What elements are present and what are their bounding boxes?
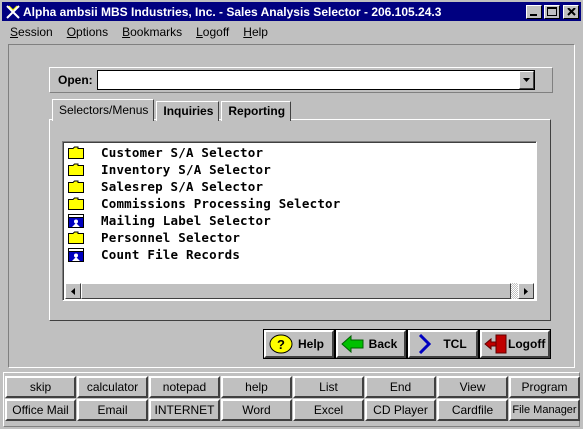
- title-bar: Alpha ambsii MBS Industries, Inc. - Sale…: [2, 2, 581, 21]
- open-combobox[interactable]: [96, 70, 535, 90]
- nav-buttons: ? Help Back TCL Logoff: [263, 329, 552, 359]
- tcl-button-label: TCL: [443, 337, 467, 351]
- tcl-chevron-icon: [412, 333, 438, 355]
- menu-options-label: ptions: [76, 24, 109, 39]
- menu-session[interactable]: Session: [2, 25, 59, 39]
- list-button[interactable]: List: [293, 376, 364, 398]
- help-button[interactable]: ? Help: [263, 329, 335, 359]
- scroll-right-button[interactable]: [518, 283, 534, 299]
- horizontal-scrollbar[interactable]: [65, 283, 534, 299]
- close-icon: [566, 7, 576, 16]
- folder-icon: [68, 163, 84, 177]
- folder-icon: [68, 146, 84, 160]
- launcher-grid: skip calculator notepad help List End Vi…: [5, 376, 580, 421]
- cardfile-button[interactable]: Cardfile: [437, 399, 508, 421]
- tcl-button[interactable]: TCL: [407, 329, 479, 359]
- logoff-door-icon: [484, 333, 508, 355]
- list-item[interactable]: Salesrep S/A Selector: [65, 178, 534, 195]
- scroll-left-button[interactable]: [65, 283, 81, 299]
- menu-bookmarks[interactable]: Bookmarks: [114, 25, 188, 39]
- svg-text:?: ?: [277, 337, 285, 352]
- selector-listbox[interactable]: Customer S/A Selector Inventory S/A Sele…: [62, 141, 537, 301]
- tab-inquiries[interactable]: Inquiries: [156, 101, 220, 121]
- logoff-button-label: Logoff: [508, 337, 546, 351]
- folder-icon: [68, 180, 84, 194]
- menu-session-accel: S: [10, 24, 19, 39]
- list-item-label: Salesrep S/A Selector: [101, 179, 264, 194]
- menu-options-accel: O: [66, 24, 77, 39]
- help-launcher-button[interactable]: help: [221, 376, 292, 398]
- end-button[interactable]: End: [365, 376, 436, 398]
- open-dropdown-button[interactable]: [518, 71, 534, 89]
- list-item-label: Customer S/A Selector: [101, 145, 264, 160]
- list-item-label: Mailing Label Selector: [101, 213, 271, 228]
- tab-selectors-menus[interactable]: Selectors/Menus: [52, 99, 155, 121]
- logoff-button[interactable]: Logoff: [479, 329, 551, 359]
- minimize-icon: [530, 13, 537, 16]
- menu-logoff-label: ogoff: [202, 24, 230, 39]
- folder-icon: [68, 231, 84, 245]
- back-button[interactable]: Back: [335, 329, 407, 359]
- list-item-label: Inventory S/A Selector: [101, 162, 271, 177]
- view-button[interactable]: View: [437, 376, 508, 398]
- excel-button[interactable]: Excel: [293, 399, 364, 421]
- open-label: Open:: [58, 73, 93, 87]
- program-icon: [68, 213, 84, 228]
- menu-bookmarks-accel: B: [122, 24, 131, 39]
- menu-options[interactable]: Options: [59, 25, 114, 39]
- minimize-button[interactable]: [526, 4, 542, 19]
- scroll-thumb[interactable]: [81, 283, 511, 299]
- menu-help[interactable]: Help: [235, 25, 274, 39]
- app-icon[interactable]: [5, 4, 21, 20]
- menu-bookmarks-label: ookmarks: [130, 24, 183, 39]
- program-button[interactable]: Program: [509, 376, 580, 398]
- list-item[interactable]: Inventory S/A Selector: [65, 161, 534, 178]
- window-title: Alpha ambsii MBS Industries, Inc. - Sale…: [23, 4, 442, 19]
- menu-session-label: ession: [18, 24, 53, 39]
- menu-logoff[interactable]: Logoff: [188, 25, 235, 39]
- maximize-icon: [547, 7, 557, 16]
- calculator-button[interactable]: calculator: [77, 376, 148, 398]
- word-button[interactable]: Word: [221, 399, 292, 421]
- notepad-button[interactable]: notepad: [149, 376, 220, 398]
- list-items: Customer S/A Selector Inventory S/A Sele…: [65, 144, 534, 263]
- internet-button[interactable]: INTERNET: [149, 399, 220, 421]
- menu-bar: Session Options Bookmarks Logoff Help: [2, 22, 581, 41]
- email-button[interactable]: Email: [77, 399, 148, 421]
- maximize-button[interactable]: [544, 4, 560, 19]
- list-item-label: Count File Records: [101, 247, 241, 262]
- list-item[interactable]: Commissions Processing Selector: [65, 195, 534, 212]
- close-button[interactable]: [563, 4, 579, 19]
- back-button-label: Back: [368, 337, 398, 351]
- program-icon: [68, 247, 84, 262]
- file-manager-button[interactable]: File Manager: [509, 399, 580, 421]
- list-item[interactable]: Mailing Label Selector: [65, 212, 534, 229]
- tab-strip: Selectors/Menus Inquiries Reporting: [52, 99, 293, 121]
- menu-logoff-accel: L: [196, 24, 203, 39]
- help-button-label: Help: [297, 337, 324, 351]
- chevron-down-icon: [522, 78, 530, 82]
- help-icon: ?: [268, 333, 294, 355]
- office-mail-button[interactable]: Office Mail: [5, 399, 76, 421]
- folder-icon: [68, 197, 84, 211]
- chevron-right-icon: [524, 287, 528, 295]
- tab-reporting[interactable]: Reporting: [221, 101, 292, 121]
- menu-help-accel: H: [243, 24, 252, 39]
- chevron-left-icon: [71, 287, 75, 295]
- cd-player-button[interactable]: CD Player: [365, 399, 436, 421]
- open-row: Open:: [49, 67, 553, 93]
- skip-button[interactable]: skip: [5, 376, 76, 398]
- back-arrow-icon: [340, 333, 366, 355]
- menu-help-label: elp: [251, 24, 268, 39]
- list-item[interactable]: Customer S/A Selector: [65, 144, 534, 161]
- list-item[interactable]: Personnel Selector: [65, 229, 534, 246]
- scroll-track[interactable]: [511, 283, 518, 299]
- list-item-label: Personnel Selector: [101, 230, 241, 245]
- list-item[interactable]: Count File Records: [65, 246, 534, 263]
- list-item-label: Commissions Processing Selector: [101, 196, 341, 211]
